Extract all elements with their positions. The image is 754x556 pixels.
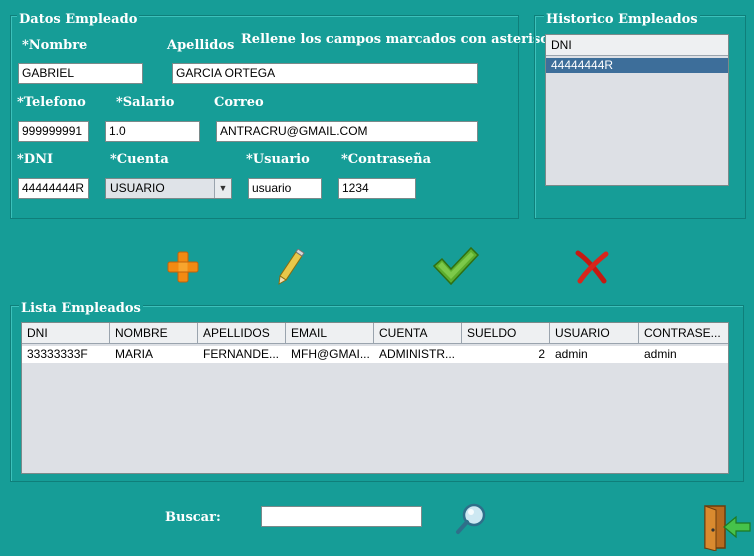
empleados-table[interactable]: DNI NOMBRE APELLIDOS EMAIL CUENTA SUELDO USUAR… [21, 322, 729, 474]
pencil-icon [278, 248, 305, 285]
salario-label: *Salario [116, 95, 175, 110]
red-x-icon [575, 250, 609, 284]
historico-header-dni[interactable]: DNI [546, 35, 728, 55]
column-header-email[interactable]: EMAIL [286, 323, 374, 343]
confirm-button[interactable] [432, 246, 480, 286]
apellidos-field[interactable]: GARCIA ORTEGA [172, 63, 478, 84]
correo-field[interactable]: ANTRACRU@GMAIL.COM [216, 121, 478, 142]
datos-empleado-title: Datos Empleado [17, 12, 140, 27]
nombre-label: *Nombre [22, 38, 88, 53]
chevron-down-icon[interactable]: ▼ [214, 179, 231, 198]
cuenta-selected-value: USUARIO [110, 181, 165, 195]
historico-item-dni: 44444444R [551, 58, 614, 72]
telefono-label: *Telefono [17, 95, 86, 110]
plus-icon [167, 251, 199, 283]
dni-label: *DNI [17, 152, 54, 167]
table-row[interactable]: 33333333F MARIA FERNANDE... MFH@GMAI... ADMI… [22, 346, 728, 363]
checkmark-icon [432, 246, 480, 286]
add-button[interactable] [166, 250, 200, 284]
hint-text: Rellene los campos marcados con asterisc… [241, 32, 565, 47]
exit-button[interactable] [702, 503, 752, 552]
column-header-dni[interactable]: DNI [22, 323, 110, 343]
column-header-apellidos[interactable]: APELLIDOS [198, 323, 286, 343]
cell-cuenta: ADMINISTR... [379, 347, 456, 361]
cell-usuario: admin [555, 347, 588, 361]
column-header-nombre[interactable]: NOMBRE [110, 323, 198, 343]
buscar-input[interactable] [261, 506, 422, 527]
correo-label: Correo [214, 95, 264, 110]
cell-contrasena: admin [644, 347, 677, 361]
nombre-field[interactable]: GABRIEL [18, 63, 143, 84]
buscar-label: Buscar: [165, 510, 221, 525]
cell-email: MFH@GMAI... [291, 347, 370, 361]
edit-button[interactable] [276, 248, 306, 285]
empleados-table-header: DNI NOMBRE APELLIDOS EMAIL CUENTA SUELDO USUAR… [22, 323, 728, 344]
exit-door-icon [704, 505, 751, 552]
cell-apellidos: FERNANDE... [203, 347, 280, 361]
delete-button[interactable] [574, 250, 610, 284]
historico-list-item[interactable]: 44444444R [546, 58, 728, 73]
contrasena-label: *Contraseña [341, 152, 432, 167]
historico-header[interactable]: DNI [546, 35, 728, 56]
cell-dni: 33333333F [27, 347, 88, 361]
column-header-sueldo[interactable]: SUELDO [462, 323, 550, 343]
usuario-field[interactable]: usuario [248, 178, 322, 199]
search-button[interactable] [455, 502, 489, 536]
column-header-cuenta[interactable]: CUENTA [374, 323, 462, 343]
column-header-contrasena[interactable]: CONTRASE... [639, 323, 726, 343]
telefono-field[interactable]: 999999991 [18, 121, 89, 142]
salario-field[interactable]: 1.0 [105, 121, 200, 142]
cuenta-combobox[interactable]: USUARIO ▼ [105, 178, 232, 199]
apellidos-label: Apellidos [167, 38, 235, 53]
contrasena-field[interactable]: 1234 [338, 178, 416, 199]
lista-empleados-title: Lista Empleados [19, 301, 143, 316]
cuenta-label: *Cuenta [110, 152, 169, 167]
dni-field[interactable]: 44444444R [18, 178, 89, 199]
historico-list[interactable]: DNI 44444444R [545, 34, 729, 186]
cell-sueldo: 2 [538, 347, 545, 361]
cell-nombre: MARIA [115, 347, 154, 361]
usuario-label: *Usuario [246, 152, 310, 167]
historico-title: Historico Empleados [544, 12, 700, 27]
magnifier-icon [456, 503, 486, 534]
column-header-usuario[interactable]: USUARIO [550, 323, 639, 343]
